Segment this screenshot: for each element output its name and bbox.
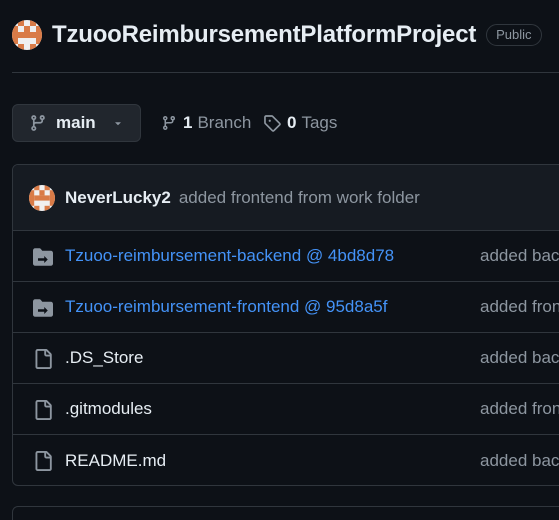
file-commit-message[interactable]: added fron [480, 297, 559, 317]
repo-page: TzuooReimbursementPlatformProject Public… [0, 0, 559, 520]
visibility-badge: Public [486, 24, 542, 46]
identicon-avatar-icon [12, 20, 42, 50]
header-divider [12, 72, 559, 73]
commit-author-avatar[interactable] [29, 184, 55, 211]
file-name-link[interactable]: Tzuoo-reimbursement-backend @ 4bd8d78 [65, 246, 394, 266]
file-row: Tzuoo-reimbursement-backend @ 4bd8d78 ad… [13, 231, 559, 282]
file-commit-message[interactable]: added bac [480, 451, 559, 471]
file-commit-message[interactable]: added bac [480, 348, 559, 368]
submodule-folder-icon [33, 248, 53, 266]
git-branch-icon [31, 115, 45, 131]
file-name-link[interactable]: .gitmodules [65, 399, 152, 419]
branch-selector-button[interactable]: main [12, 104, 141, 142]
readme-box [12, 506, 559, 520]
file-browser: NeverLucky2 added frontend from work fol… [12, 164, 559, 486]
file-commit-message[interactable]: added bac [480, 246, 559, 266]
tags-link[interactable]: 0 Tags [263, 104, 337, 142]
file-row: .DS_Store added bac [13, 333, 559, 384]
tag-icon [264, 115, 281, 132]
file-name-link[interactable]: README.md [65, 451, 166, 471]
latest-commit-row: NeverLucky2 added frontend from work fol… [13, 165, 559, 231]
commit-author-link[interactable]: NeverLucky2 [65, 188, 171, 208]
tag-count: 0 [287, 113, 297, 132]
file-row: Tzuoo-reimbursement-frontend @ 95d8a5f a… [13, 282, 559, 333]
branches-link[interactable]: 1 Branch [161, 104, 251, 142]
repo-name[interactable]: TzuooReimbursementPlatformProject [52, 21, 476, 49]
repo-header: TzuooReimbursementPlatformProject Public [12, 17, 542, 53]
owner-avatar[interactable] [12, 20, 42, 50]
branch-word: Branch [197, 113, 252, 132]
submodule-folder-icon [33, 299, 53, 317]
file-row: .gitmodules added fron [13, 384, 559, 435]
file-name-link[interactable]: Tzuoo-reimbursement-frontend @ 95d8a5f [65, 297, 387, 317]
identicon-avatar-icon [29, 184, 55, 211]
branch-name: main [56, 113, 96, 132]
file-row: README.md added bac [13, 435, 559, 485]
triangle-down-icon [114, 122, 121, 126]
tag-word: Tags [301, 113, 338, 132]
file-icon [35, 349, 52, 369]
file-icon [35, 400, 52, 420]
git-branch-icon [162, 116, 175, 131]
file-commit-message[interactable]: added fron [480, 399, 559, 419]
file-icon [35, 451, 52, 471]
commit-message-link[interactable]: added frontend from work folder [179, 188, 420, 208]
file-name-link[interactable]: .DS_Store [65, 348, 143, 368]
branch-count: 1 [183, 113, 193, 132]
